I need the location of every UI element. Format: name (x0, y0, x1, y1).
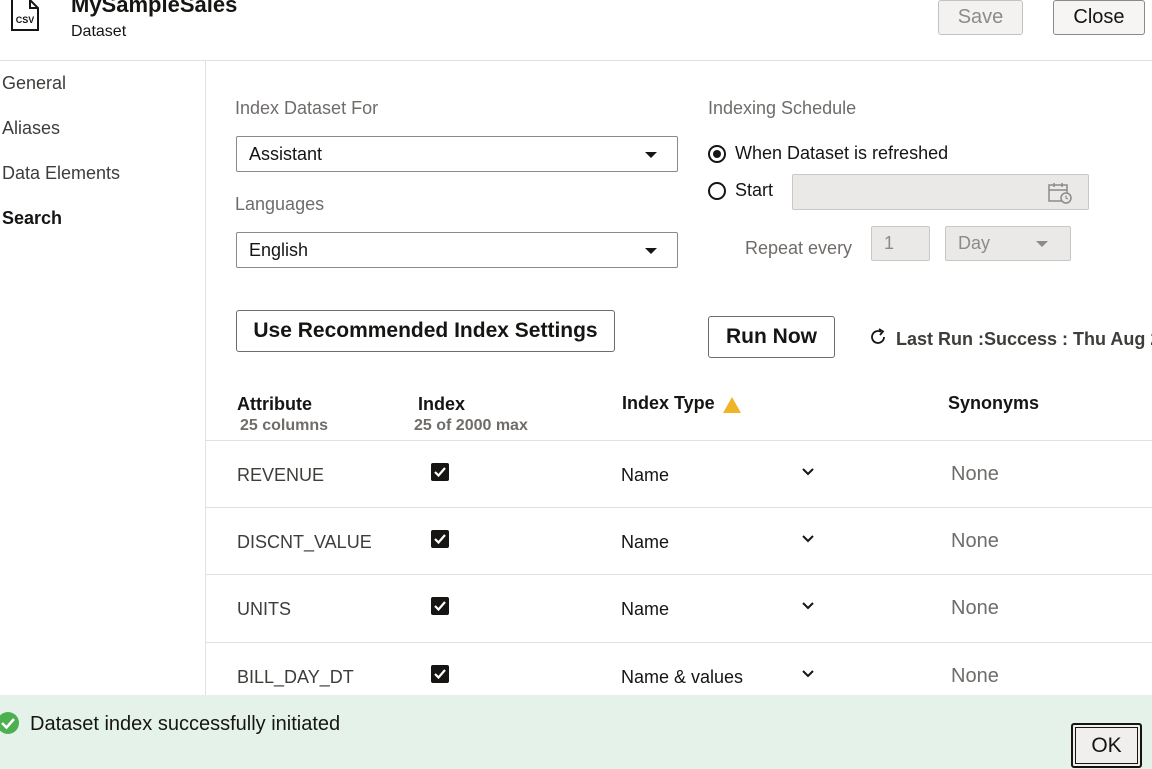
index-checkbox[interactable] (431, 665, 449, 683)
attribute-cell: BILL_DAY_DT (237, 667, 354, 687)
synonyms-cell[interactable]: None (951, 463, 999, 486)
languages-label: Languages (235, 194, 325, 214)
start-date-input[interactable] (792, 174, 1089, 210)
ok-button[interactable]: OK (1071, 723, 1142, 768)
index-checkbox[interactable] (431, 463, 449, 481)
repeat-count-value: 1 (884, 233, 895, 253)
repeat-unit-value: Day (958, 233, 991, 253)
table-row: DISCNT_VALUE Name None (206, 507, 1152, 574)
toast-message: Dataset index successfully initiated (30, 713, 341, 735)
radio-start-label: Start (735, 180, 774, 200)
index-type-cell[interactable]: Name (621, 599, 669, 620)
attribute-count: 25 columns (240, 417, 329, 434)
repeat-every-label: Repeat every (745, 238, 853, 258)
svg-text:CSV: CSV (16, 15, 35, 25)
index-type-cell[interactable]: Name & values (621, 667, 743, 688)
save-button[interactable]: Save (938, 0, 1023, 35)
chevron-down-icon[interactable] (801, 465, 815, 484)
column-header-synonyms: Synonyms (948, 393, 1040, 413)
page-subtitle: Dataset (71, 23, 127, 40)
csv-file-icon: CSV (10, 0, 40, 31)
caret-down-icon (1036, 241, 1048, 247)
column-header-index-type: Index Type (622, 393, 715, 413)
repeat-unit-select[interactable]: Day (945, 226, 1071, 261)
languages-value: English (249, 240, 309, 260)
table-row: UNITS Name None (206, 574, 1152, 641)
column-header-attribute: Attribute (237, 394, 312, 414)
attribute-cell: REVENUE (237, 465, 325, 485)
chevron-down-icon[interactable] (801, 532, 815, 551)
sidebar-item-data-elements[interactable]: Data Elements (2, 163, 120, 184)
caret-down-icon (645, 248, 657, 254)
chevron-down-icon[interactable] (801, 599, 815, 618)
index-checkbox[interactable] (431, 530, 449, 548)
index-type-cell[interactable]: Name (621, 465, 669, 486)
index-type-cell[interactable]: Name (621, 532, 669, 553)
synonyms-cell[interactable]: None (951, 597, 999, 620)
last-run-status: Last Run :Success : Thu Aug 2 (868, 327, 1152, 352)
synonyms-cell[interactable]: None (951, 530, 999, 553)
attribute-cell: UNITS (237, 599, 291, 619)
success-check-icon (0, 711, 20, 740)
languages-select[interactable]: English (236, 232, 678, 268)
index-for-value: Assistant (249, 144, 323, 164)
repeat-count-input[interactable]: 1 (871, 226, 930, 261)
sidebar-item-general[interactable]: General (2, 73, 66, 94)
indexing-schedule-label: Indexing Schedule (708, 98, 857, 118)
attribute-cell: DISCNT_VALUE (237, 532, 372, 552)
synonyms-cell[interactable]: None (951, 665, 999, 688)
run-now-button[interactable]: Run Now (708, 316, 835, 358)
success-toast: Dataset index successfully initiated OK (0, 695, 1152, 769)
table-row: REVENUE Name None (206, 440, 1152, 507)
sidebar-item-aliases[interactable]: Aliases (2, 118, 60, 139)
warning-icon[interactable] (722, 396, 742, 419)
index-for-select[interactable]: Assistant (236, 136, 678, 172)
radio-when-refreshed-label: When Dataset is refreshed (735, 143, 949, 163)
sidebar: General Aliases Data Elements Search (0, 61, 206, 769)
use-recommended-settings-button[interactable]: Use Recommended Index Settings (236, 310, 615, 352)
index-count: 25 of 2000 max (414, 417, 528, 434)
radio-when-refreshed[interactable] (708, 145, 726, 163)
close-button[interactable]: Close (1053, 0, 1145, 35)
caret-down-icon (645, 152, 657, 158)
index-checkbox[interactable] (431, 597, 449, 615)
column-header-index: Index (418, 394, 466, 414)
refresh-icon (868, 327, 888, 352)
last-run-text: Last Run :Success : Thu Aug 2 (896, 329, 1152, 349)
dataset-header: CSV MySampleSales Dataset Save Close (0, 0, 1152, 61)
radio-start[interactable] (708, 182, 726, 200)
calendar-clock-icon[interactable] (1048, 182, 1072, 209)
page-title: MySampleSales (71, 0, 238, 17)
sidebar-item-search[interactable]: Search (2, 208, 62, 229)
index-for-label: Index Dataset For (235, 98, 379, 118)
chevron-down-icon[interactable] (801, 667, 815, 686)
